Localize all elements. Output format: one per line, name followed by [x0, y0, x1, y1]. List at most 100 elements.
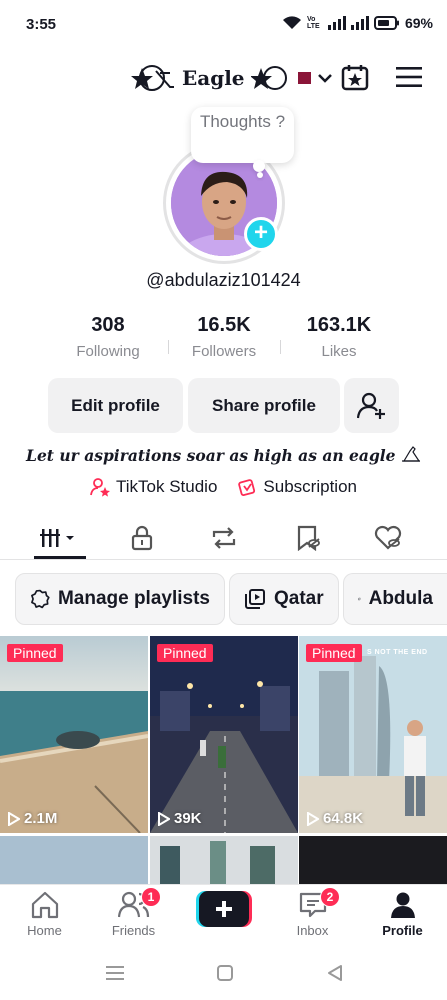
home-icon — [31, 891, 58, 919]
qatar-flag-icon — [292, 72, 311, 84]
video-thumbnail[interactable]: Pinned 2.1M — [0, 636, 148, 833]
repost-icon — [212, 527, 235, 549]
video-overlay-text: S NOT THE END — [367, 649, 428, 656]
edit-profile-button[interactable]: Edit profile — [48, 378, 183, 433]
lock-icon — [131, 525, 152, 551]
view-count: 64.8K — [307, 810, 363, 827]
tab-favorites[interactable] — [263, 516, 352, 560]
thumbnail-city-man — [299, 636, 447, 833]
nav-label: Friends — [111, 923, 156, 938]
profile-icon — [390, 892, 415, 918]
grid-filter-icon — [39, 529, 74, 547]
manage-playlists-chip[interactable]: Manage playlists — [15, 573, 225, 625]
menu-icon — [396, 67, 422, 87]
back-button[interactable] — [326, 964, 344, 982]
content-tabs — [0, 516, 447, 560]
thumbnail-night-street — [150, 636, 298, 833]
playlist-chip-abdula[interactable]: Abdula — [343, 573, 447, 625]
thumbnail-beach-car — [0, 636, 148, 833]
tab-private[interactable] — [97, 516, 186, 560]
pinned-badge: Pinned — [157, 644, 213, 662]
play-icon — [8, 811, 20, 826]
nav-label: Inbox — [296, 923, 329, 938]
tab-videos[interactable] — [15, 516, 104, 560]
video-thumbnail[interactable]: Pinned 39K — [150, 636, 298, 833]
play-icon — [307, 811, 319, 826]
tab-reposts[interactable] — [179, 516, 268, 560]
video-thumbnail[interactable] — [299, 836, 447, 886]
share-profile-button[interactable]: Share profile — [188, 378, 340, 433]
home-system-button[interactable] — [216, 964, 234, 982]
add-friend-icon — [356, 392, 385, 419]
account-switcher[interactable]: Eagle — [130, 60, 333, 96]
recent-apps-button[interactable] — [106, 965, 124, 981]
signal-icon-2 — [350, 16, 369, 30]
stat-value: 16.5K — [197, 314, 251, 336]
home-square-icon — [217, 965, 233, 981]
stat-following[interactable]: 308 Following — [48, 314, 168, 360]
wifi-icon — [282, 16, 301, 29]
nav-inbox[interactable]: Inbox 2 — [268, 887, 357, 938]
create-plus-icon — [196, 891, 252, 927]
nav-label: Home — [27, 923, 62, 938]
battery-percent: 69% — [404, 15, 433, 31]
recent-apps-icon — [106, 966, 124, 980]
bio-text: Let ur aspirations soar as high as an ea… — [26, 446, 396, 465]
note-bubble-tail-small — [257, 172, 263, 178]
playlist-label: Abdula — [368, 588, 433, 609]
signal-icon — [327, 16, 346, 30]
eagle-icon — [401, 446, 421, 462]
active-tab-indicator — [34, 556, 86, 559]
subscription-link[interactable]: Subscription — [237, 477, 357, 497]
create-button[interactable] — [196, 891, 252, 927]
note-bubble[interactable]: Thoughts ? — [191, 107, 294, 163]
system-nav-bar — [0, 946, 447, 1000]
chevron-down-icon — [317, 74, 332, 83]
calendar-star-icon — [341, 65, 369, 91]
pinned-badge: Pinned — [306, 644, 362, 662]
tab-liked[interactable] — [343, 516, 432, 560]
status-time: 3:55 — [26, 16, 57, 33]
heart-hidden-icon — [374, 525, 401, 550]
playlist-icon — [245, 589, 265, 609]
play-icon — [158, 811, 170, 826]
inbox-badge: 2 — [320, 887, 340, 907]
subscription-icon — [238, 479, 256, 497]
note-bubble-tail — [253, 160, 265, 172]
profile-links: TikTok Studio Subscription — [0, 477, 447, 497]
playlist-label: Qatar — [274, 588, 324, 609]
pinned-badge: Pinned — [7, 644, 63, 662]
back-triangle-icon — [328, 965, 342, 981]
add-friend-button[interactable] — [344, 378, 399, 433]
network-label: Vo LTE — [306, 16, 320, 30]
subscription-label: Subscription — [263, 477, 357, 496]
stat-likes[interactable]: 163.1K Likes — [279, 314, 399, 360]
studio-label: TikTok Studio — [116, 477, 218, 496]
eagle-star-icon — [131, 65, 174, 91]
studio-icon — [90, 478, 110, 497]
stat-label: Following — [76, 343, 140, 360]
video-thumbnail[interactable]: Pinned S NOT THE END 64.8K — [299, 636, 447, 833]
thumbnail-mall — [150, 836, 298, 886]
thumbnail-sky — [0, 836, 148, 886]
status-bar: 3:55 Vo LTE 69% — [0, 0, 447, 50]
playlist-label: Manage playlists — [57, 588, 210, 609]
account-name: Eagle — [182, 66, 245, 90]
username: @abdulaziz101424 — [146, 270, 301, 290]
tiktok-studio-link[interactable]: TikTok Studio — [90, 477, 217, 497]
star-ring-icon — [250, 66, 287, 90]
status-icons: Vo LTE 69% — [282, 15, 433, 31]
stat-followers[interactable]: 16.5K Followers — [164, 314, 284, 360]
nav-home[interactable]: Home — [0, 891, 89, 938]
view-count: 2.1M — [8, 810, 57, 827]
nav-friends[interactable]: Friends 1 — [89, 887, 178, 938]
calendar-star-button[interactable] — [341, 63, 369, 91]
add-story-button[interactable]: + — [244, 217, 278, 251]
menu-button[interactable] — [396, 66, 422, 88]
nav-profile[interactable]: Profile — [358, 891, 447, 938]
view-count-value: 2.1M — [24, 810, 58, 827]
view-count: 39K — [158, 810, 202, 827]
video-thumbnail[interactable] — [0, 836, 148, 886]
video-thumbnail[interactable] — [150, 836, 298, 886]
playlist-chip-qatar[interactable]: Qatar — [229, 573, 339, 625]
